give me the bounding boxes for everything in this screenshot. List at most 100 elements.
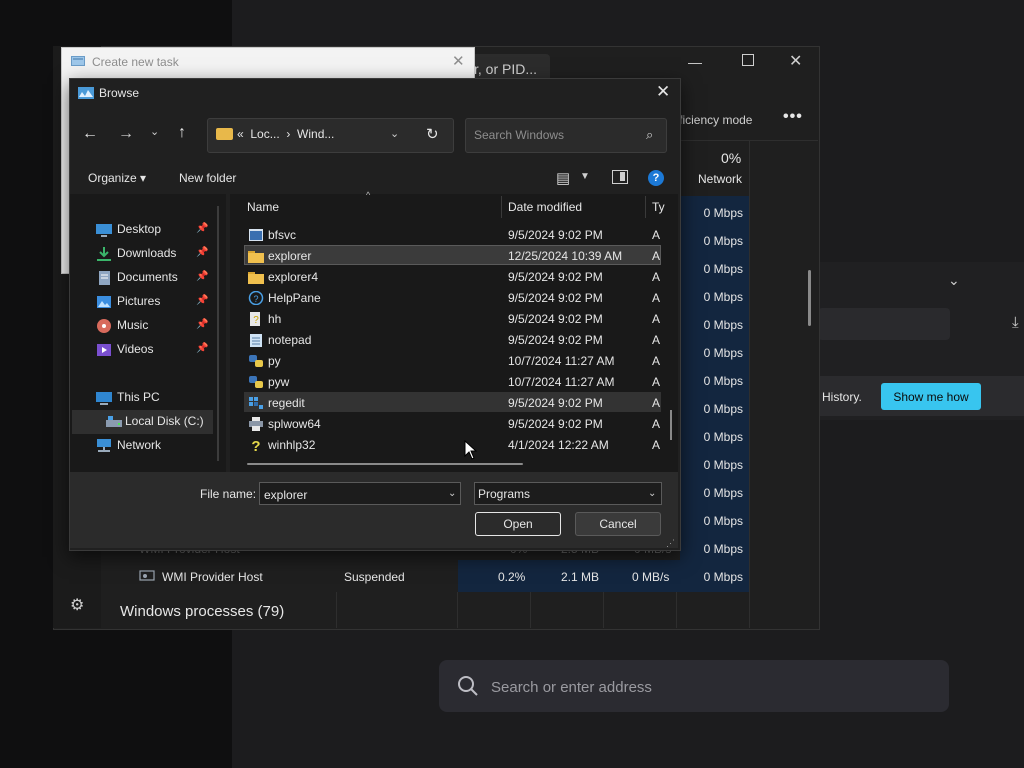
- app-icon: [249, 229, 263, 241]
- pin-icon: 📌: [196, 343, 209, 354]
- file-name[interactable]: splwow64: [268, 417, 321, 431]
- close-icon[interactable]: ✕: [452, 52, 465, 70]
- forward-arrow-icon[interactable]: →: [118, 125, 134, 143]
- network-column-header[interactable]: Network: [698, 172, 742, 186]
- organize-menu[interactable]: Organize ▾: [88, 171, 146, 185]
- file-name[interactable]: bfsvc: [268, 228, 296, 242]
- column-divider[interactable]: [645, 196, 646, 218]
- file-name[interactable]: regedit: [268, 396, 305, 410]
- nav-item-downloads[interactable]: Downloads: [117, 242, 176, 264]
- help-icon[interactable]: ?: [648, 170, 664, 186]
- file-type: A: [652, 249, 661, 263]
- open-button[interactable]: Open: [475, 512, 561, 536]
- background-field[interactable]: [818, 308, 950, 340]
- pin-icon: 📌: [196, 295, 209, 306]
- file-name[interactable]: explorer: [268, 249, 311, 263]
- show-me-how-button[interactable]: Show me how: [881, 383, 981, 410]
- cancel-button[interactable]: Cancel: [575, 512, 661, 536]
- process-name[interactable]: WMI Provider Host: [162, 570, 263, 584]
- process-group-heading[interactable]: Windows processes (79): [120, 603, 284, 620]
- address-placeholder[interactable]: Search or enter address: [491, 679, 652, 696]
- downloads-icon: [97, 247, 111, 261]
- file-date: 12/25/2024 10:39 AM: [508, 249, 623, 263]
- maximize-icon[interactable]: [742, 54, 754, 66]
- network-value: 0 Mbps: [703, 514, 743, 528]
- chevron-down-icon[interactable]: ▼: [580, 171, 590, 182]
- efficiency-mode-button[interactable]: fficiency mode: [676, 113, 752, 127]
- file-name-value[interactable]: explorer: [264, 488, 307, 502]
- file-name[interactable]: notepad: [268, 333, 311, 347]
- file-name[interactable]: winhlp32: [268, 438, 315, 452]
- view-list-icon[interactable]: ▤: [556, 169, 570, 187]
- svg-text:?: ?: [251, 438, 260, 452]
- documents-icon: [99, 271, 110, 285]
- horizontal-scrollbar[interactable]: [247, 463, 523, 465]
- file-type: A: [652, 291, 661, 305]
- nav-item-network[interactable]: Network: [117, 434, 161, 456]
- refresh-icon[interactable]: ↻: [426, 125, 439, 143]
- pin-icon: 📌: [196, 223, 209, 234]
- file-type-value[interactable]: Programs: [478, 487, 530, 501]
- column-header-date[interactable]: Date modified: [508, 200, 582, 214]
- file-name[interactable]: HelpPane: [268, 291, 321, 305]
- chevron-down-icon[interactable]: ⌄: [448, 488, 456, 499]
- videos-icon: [97, 344, 111, 356]
- task-manager-search-text[interactable]: r, or PID...: [474, 61, 537, 77]
- scrollbar[interactable]: [808, 270, 811, 326]
- network-value: 0 Mbps: [703, 402, 743, 416]
- pin-icon: 📌: [196, 247, 209, 258]
- browse-window-icon: [78, 87, 94, 99]
- file-type: A: [652, 333, 661, 347]
- file-name-label: File name:: [200, 487, 257, 501]
- chevron-down-icon[interactable]: ⌄: [390, 127, 399, 140]
- close-icon[interactable]: ✕: [789, 51, 802, 71]
- chevron-down-icon[interactable]: ⌄: [948, 272, 964, 288]
- column-divider[interactable]: [501, 196, 502, 218]
- file-date: 9/5/2024 9:02 PM: [508, 312, 603, 326]
- nav-item-pictures[interactable]: Pictures: [117, 290, 160, 312]
- scrollbar[interactable]: [217, 206, 219, 461]
- new-folder-button[interactable]: New folder: [179, 171, 236, 185]
- python-icon: [249, 376, 263, 388]
- nav-item-local-disk[interactable]: Local Disk (C:): [125, 410, 204, 432]
- minimize-icon[interactable]: —: [688, 54, 702, 70]
- search-icon[interactable]: ⌕: [646, 127, 653, 143]
- file-name[interactable]: pyw: [268, 375, 289, 389]
- back-arrow-icon[interactable]: ←: [82, 125, 98, 143]
- network-value: 0 Mbps: [703, 318, 743, 332]
- file-name[interactable]: explorer4: [268, 270, 318, 284]
- file-date: 4/1/2024 12:22 AM: [508, 438, 609, 452]
- nav-item-videos[interactable]: Videos: [117, 338, 153, 360]
- more-options-icon[interactable]: •••: [783, 108, 803, 126]
- close-icon[interactable]: ✕: [656, 82, 670, 102]
- file-name[interactable]: hh: [268, 312, 281, 326]
- resize-grip-icon[interactable]: ⋰: [666, 538, 675, 549]
- nav-item-documents[interactable]: Documents: [117, 266, 178, 288]
- file-type: A: [652, 312, 661, 326]
- create-new-task-title: Create new task: [92, 55, 179, 69]
- download-icon[interactable]: ⤓: [1012, 314, 1019, 331]
- vertical-scrollbar[interactable]: [670, 410, 672, 440]
- nav-item-desktop[interactable]: Desktop: [117, 218, 161, 240]
- search-icon: [458, 676, 478, 696]
- network-icon: [97, 439, 111, 452]
- chevron-down-icon[interactable]: ⌄: [150, 125, 159, 138]
- column-divider: [676, 592, 677, 628]
- search-placeholder[interactable]: Search Windows: [474, 128, 564, 142]
- nav-item-this-pc[interactable]: This PC: [117, 386, 160, 408]
- network-value: 0 Mbps: [703, 262, 743, 276]
- column-header-name[interactable]: Name: [247, 200, 279, 214]
- file-type: A: [652, 417, 661, 431]
- question-mark-icon: ?: [251, 438, 260, 452]
- up-arrow-icon[interactable]: ↑: [178, 124, 186, 142]
- network-column-highlight: [680, 196, 750, 592]
- nav-item-music[interactable]: Music: [117, 314, 148, 336]
- column-header-type[interactable]: Ty: [652, 200, 665, 214]
- settings-gear-icon[interactable]: ⚙: [70, 595, 84, 615]
- dialog-title: Browse: [99, 86, 140, 100]
- chevron-down-icon[interactable]: ⌄: [648, 488, 656, 499]
- address-path[interactable]: « Loc... › Wind...: [237, 127, 334, 141]
- file-name[interactable]: py: [268, 354, 281, 368]
- file-date: 9/5/2024 9:02 PM: [508, 333, 603, 347]
- desktop-icon: [96, 224, 112, 237]
